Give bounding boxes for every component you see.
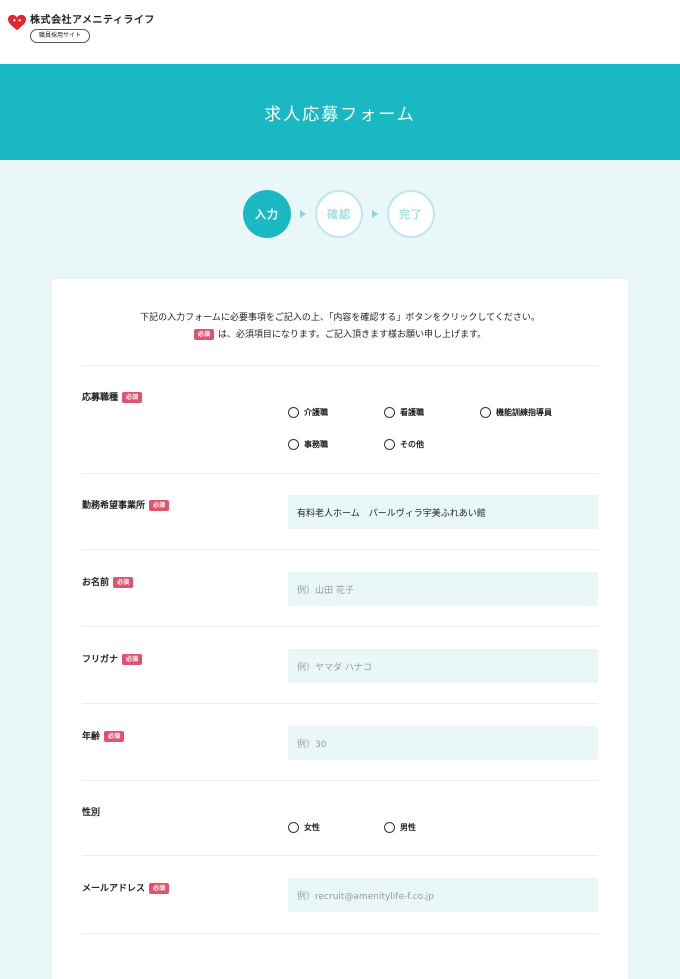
radio-other[interactable]: その他 bbox=[384, 439, 424, 450]
email-label: メールアドレス 必須 bbox=[82, 881, 170, 894]
radio-circle-icon[interactable] bbox=[384, 439, 395, 450]
age-input[interactable]: 例）30 bbox=[288, 726, 598, 760]
radio-office[interactable]: 事務職 bbox=[288, 439, 328, 450]
radio-nurse[interactable]: 看護職 bbox=[384, 407, 424, 418]
row-email: メールアドレス 必須 例）recruit@amenitylife-f.co.jp bbox=[82, 855, 598, 934]
furigana-input[interactable]: 例）ヤマダ ハナコ bbox=[288, 649, 598, 683]
page-title: 求人応募フォーム bbox=[264, 104, 416, 125]
radio-caregiver[interactable]: 介護職 bbox=[288, 407, 328, 418]
step-input: 入力 bbox=[243, 190, 291, 238]
row-workplace: 勤務希望事業所 必須 有料老人ホーム パールヴィラ宇美ふれあい館 bbox=[82, 473, 598, 550]
form-card: 下記の入力フォームに必要事項をご記入の上、「内容を確認する」ボタンをクリックして… bbox=[52, 279, 628, 979]
row-divider bbox=[82, 933, 598, 935]
radio-female[interactable]: 女性 bbox=[288, 822, 320, 833]
radio-circle-icon[interactable] bbox=[384, 822, 395, 833]
radio-circle-icon[interactable] bbox=[288, 439, 299, 450]
radio-circle-icon[interactable] bbox=[480, 407, 491, 418]
workplace-label: 勤務希望事業所 必須 bbox=[82, 498, 170, 511]
furigana-label: フリガナ 必須 bbox=[82, 652, 143, 665]
site-header: 株式会社アメニティライフ 職員採用サイト bbox=[0, 0, 680, 64]
page-banner: 求人応募フォーム bbox=[0, 64, 680, 160]
step-confirm: 確認 bbox=[315, 190, 363, 238]
row-job-type: 応募職種 必須 介護職 看護職 機能訓練指導員 事務職 その他 bbox=[82, 365, 598, 474]
row-name: お名前 必須 例）山田 花子 bbox=[82, 549, 598, 627]
radio-therapist[interactable]: 機能訓練指導員 bbox=[480, 407, 552, 418]
intro-line-1: 下記の入力フォームに必要事項をご記入の上、「内容を確認する」ボタンをクリックして… bbox=[140, 313, 540, 323]
email-input[interactable]: 例）recruit@amenitylife-f.co.jp bbox=[288, 878, 598, 912]
radio-male[interactable]: 男性 bbox=[384, 822, 416, 833]
step-complete: 完了 bbox=[387, 190, 435, 238]
progress-steps: 入力 確認 完了 bbox=[0, 160, 680, 278]
radio-circle-icon[interactable] bbox=[384, 407, 395, 418]
step-arrow-icon bbox=[300, 210, 306, 218]
job-type-label: 応募職種 必須 bbox=[82, 390, 143, 403]
form-intro: 下記の入力フォームに必要事項をご記入の上、「内容を確認する」ボタンをクリックして… bbox=[52, 279, 628, 344]
row-furigana: フリガナ 必須 例）ヤマダ ハナコ bbox=[82, 626, 598, 704]
site-label-badge[interactable]: 職員採用サイト bbox=[30, 29, 91, 43]
name-label: お名前 必須 bbox=[82, 575, 134, 588]
gender-label: 性別 bbox=[82, 808, 101, 818]
heart-logo-icon[interactable] bbox=[8, 14, 26, 32]
row-gender: 性別 女性 男性 bbox=[82, 780, 598, 856]
age-label: 年齢 必須 bbox=[82, 729, 125, 742]
step-arrow-icon bbox=[372, 210, 378, 218]
radio-circle-icon[interactable] bbox=[288, 822, 299, 833]
workplace-select[interactable]: 有料老人ホーム パールヴィラ宇美ふれあい館 bbox=[288, 495, 598, 529]
company-name[interactable]: 株式会社アメニティライフ bbox=[30, 11, 155, 26]
radio-circle-icon[interactable] bbox=[288, 407, 299, 418]
intro-line-2-text: は、必須項目になります。ご記入頂きます様お願い申し上げます。 bbox=[217, 330, 487, 340]
required-badge: 必須 bbox=[193, 329, 214, 340]
intro-line-2: 必須 は、必須項目になります。ご記入頂きます様お願い申し上げます。 bbox=[52, 327, 628, 344]
row-age: 年齢 必須 例）30 bbox=[82, 703, 598, 781]
name-input[interactable]: 例）山田 花子 bbox=[288, 572, 598, 606]
